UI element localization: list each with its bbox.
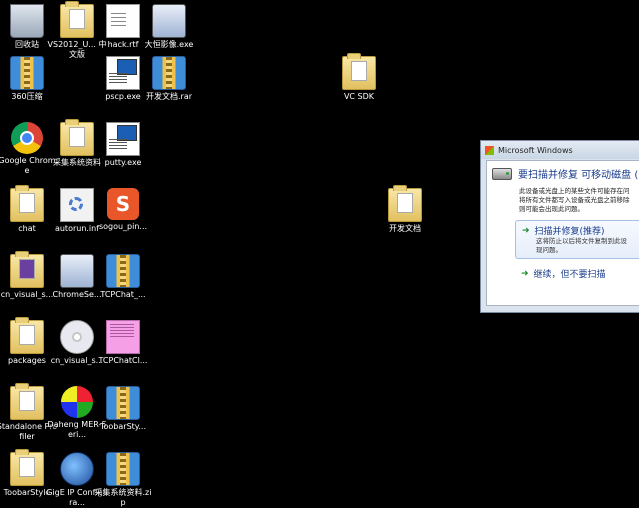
desktop-shortcut[interactable]: 开发文档.rar [138, 56, 200, 102]
desktop-shortcut[interactable]: ToobarSty... [92, 386, 154, 432]
desktop-shortcut-label: TCPChatCl... [98, 356, 148, 365]
desc-line-1: 此设备或光盘上的某些文件可能存在问 [519, 187, 630, 195]
folder-icon [10, 185, 44, 222]
archive-icon [106, 386, 140, 420]
dialog-titlebar[interactable]: Microsoft Windows [481, 141, 639, 159]
desktop-shortcut-label: 大恒影像.exe [144, 40, 194, 49]
desktop-shortcut[interactable]: 开发文档 [374, 185, 436, 234]
folder-icon [60, 119, 94, 156]
scan-and-fix-description-2: 现问题。 [536, 246, 562, 254]
desktop-shortcut-label: 采集系统资料.zip [94, 488, 152, 507]
windows-logo-icon [485, 145, 494, 155]
executable-icon [106, 122, 140, 156]
installer-icon [60, 254, 94, 288]
chrome-icon [11, 122, 43, 154]
desktop-shortcut[interactable]: TCPChatCl... [92, 320, 154, 366]
continue-without-scan-button[interactable]: ➜ 继续，但不要扫描 [521, 267, 639, 281]
daheng-icon [61, 386, 93, 418]
scan-and-fix-button[interactable]: ➜ 扫描并修复(推荐) 这将防止以后将文件复制到此设 现问题。 [515, 220, 639, 259]
executable-icon [106, 56, 140, 90]
desktop-shortcut[interactable]: 360压缩 [0, 56, 58, 102]
desc-line-3: 则可能会出现此问题。 [519, 205, 584, 213]
app-icon [106, 320, 140, 354]
desktop-shortcut[interactable]: Ssogou_pin... [92, 188, 154, 232]
folder-icon [60, 1, 94, 38]
dialog-body: 要扫描并修复 可移动磁盘 (I 此设备或光盘上的某些文件可能存在问 将所有文件都… [486, 160, 639, 306]
desktop-shortcut[interactable]: 大恒影像.exe [138, 4, 200, 50]
green-arrow-icon: ➜ [521, 268, 529, 279]
green-arrow-icon: ➜ [522, 225, 530, 236]
recycle-bin-icon [10, 4, 44, 38]
desktop-shortcut[interactable]: putty.exe [92, 122, 154, 168]
desktop-shortcut-label: sogou_pin... [98, 222, 148, 231]
archive-icon [106, 452, 140, 486]
network-config-icon [60, 452, 94, 486]
desktop-shortcut-label: putty.exe [104, 158, 142, 167]
archive-icon [152, 56, 186, 90]
dialog-heading: 要扫描并修复 可移动磁盘 (I [518, 170, 639, 181]
desktop-shortcut-label: VC SDK [343, 92, 375, 101]
folder-icon [342, 53, 376, 90]
folder-icon [10, 383, 44, 420]
dialog-description: 此设备或光盘上的某些文件可能存在问 将所有文件都写入设备或光盘之前移除 则可能会… [487, 181, 639, 214]
desktop-shortcut-label: 360压缩 [11, 92, 43, 101]
removable-drive-icon [492, 167, 512, 180]
desktop-shortcut[interactable]: TCPChat_... [92, 254, 154, 300]
settings-file-icon [60, 188, 94, 222]
sogou-icon: S [107, 188, 139, 220]
autoplay-scan-dialog: Microsoft Windows 要扫描并修复 可移动磁盘 (I 此设备或光盘… [480, 140, 639, 313]
desc-line-2: 将所有文件都写入设备或光盘之前移除 [519, 196, 630, 204]
continue-without-scan-label: 继续，但不要扫描 [533, 270, 606, 280]
installer-icon [152, 4, 186, 38]
folder-icon [10, 317, 44, 354]
archive-icon [106, 254, 140, 288]
desktop-shortcut-label: TCPChat_... [100, 290, 146, 299]
folder-icon [10, 251, 44, 288]
disc-image-icon [60, 320, 94, 354]
folder-icon [388, 185, 422, 222]
folder-icon [10, 449, 44, 486]
dialog-title: Microsoft Windows [498, 145, 573, 155]
desktop-shortcut-label: ToobarSty... [99, 422, 147, 431]
desktop-shortcut[interactable]: 采集系统资料.zip [92, 452, 154, 508]
scan-and-fix-label: 扫描并修复(推荐) [534, 227, 605, 237]
scan-and-fix-description-1: 这将防止以后将文件复制到此设 [536, 237, 627, 245]
document-icon [106, 4, 140, 38]
desktop-shortcut-label: 开发文档.rar [145, 92, 193, 101]
desktop-shortcut-label: 开发文档 [389, 224, 421, 233]
desktop-shortcut[interactable]: VC SDK [328, 53, 390, 102]
archive-icon [10, 56, 44, 90]
